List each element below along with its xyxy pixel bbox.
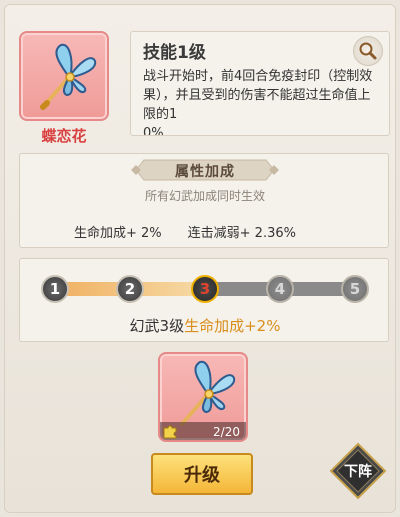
attribute-stats: 生命加成+ 2% 连击减弱+ 2.36% — [74, 222, 374, 241]
unequip-label: 下阵 — [344, 464, 372, 480]
fragment-card[interactable]: 2/20 — [158, 352, 248, 442]
skill-description: 战斗开始时，前4回合免疫封印（控制效果），并且受到的伤害不能超过生命值上限的1 … — [143, 67, 379, 136]
unequip-button[interactable]: 下阵 — [328, 441, 388, 501]
skill-title: 技能1级 — [143, 43, 206, 63]
level-node-1[interactable]: 1 — [41, 275, 69, 303]
upgrade-button[interactable]: 升级 — [151, 453, 253, 495]
puzzle-piece-icon — [163, 425, 177, 439]
level-node-5[interactable]: 5 — [341, 275, 369, 303]
skill-description-cut-line: 0% — [143, 126, 164, 136]
attribute-title: 属性加成 — [175, 164, 235, 180]
level-prefix: 幻武3级 — [129, 317, 185, 335]
item-card[interactable] — [19, 31, 109, 121]
weapon-detail-panel: 蝶恋花 技能1级 战斗开始时，前4回合免疫封印（控制效果），并且受到的伤害不能超… — [4, 4, 396, 513]
magnifier-icon[interactable] — [353, 36, 383, 66]
level-bonus-value: 生命加成+2% — [184, 317, 281, 335]
level-progress-box: 1 2 3 4 5 幻武3级生命加成+2% — [19, 258, 389, 342]
level-node-4[interactable]: 4 — [266, 275, 294, 303]
level-node-2[interactable]: 2 — [116, 275, 144, 303]
butterfly-key-icon — [40, 43, 97, 110]
level-node-3[interactable]: 3 — [191, 275, 219, 303]
item-name: 蝶恋花 — [41, 127, 87, 145]
attribute-bonus-box: 属性加成 所有幻武加成同时生效 生命加成+ 2% 连击减弱+ 2.36% — [19, 153, 389, 248]
stat-hp-bonus: 生命加成+ 2% — [74, 226, 162, 241]
attribute-subtitle: 所有幻武加成同时生效 — [144, 189, 265, 203]
skill-description-text: 战斗开始时，前4回合免疫封印（控制效果），并且受到的伤害不能超过生命值上限的1 — [143, 69, 373, 122]
skill-description-box: 技能1级 战斗开始时，前4回合免疫封印（控制效果），并且受到的伤害不能超过生命值… — [130, 31, 390, 136]
level-bonus-label: 幻武3级生命加成+2% — [20, 315, 390, 336]
stat-combo-reduce: 连击减弱+ 2.36% — [187, 226, 296, 241]
fragment-count: 2/20 — [213, 425, 240, 439]
